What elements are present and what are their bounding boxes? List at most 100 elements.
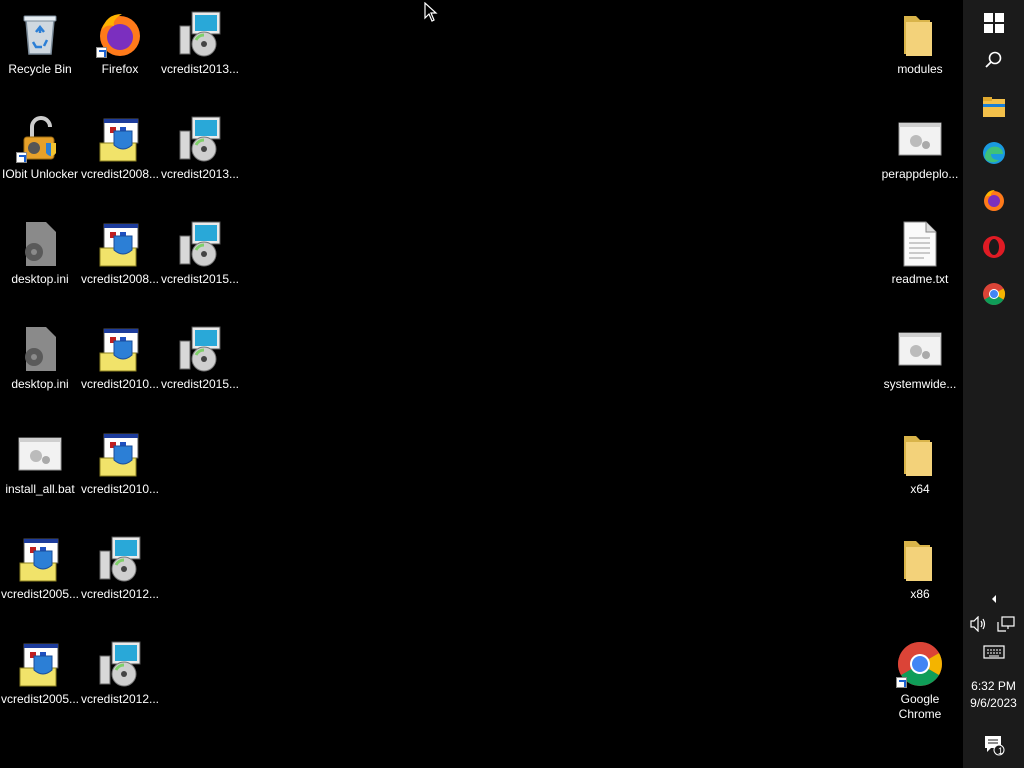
touch-keyboard-button[interactable] (963, 640, 1024, 664)
desktop-icon-perappdeploy[interactable]: perappdeplo... (880, 109, 960, 209)
notification-count-badge: 1 (998, 746, 1004, 756)
chrome-icon (896, 640, 944, 688)
unlocker-icon (16, 115, 64, 163)
icon-label: Firefox (101, 62, 139, 76)
folder-icon (896, 535, 944, 583)
search-button[interactable] (963, 37, 1024, 83)
desktop-icon-modules[interactable]: modules (880, 4, 960, 104)
shortcut-arrow-icon (96, 47, 107, 58)
settings-file-icon (16, 220, 64, 268)
icon-label: systemwide... (883, 377, 957, 391)
taskbar-edge[interactable] (963, 130, 1024, 176)
folder-icon (896, 10, 944, 58)
icon-label: vcredist2010... (80, 377, 160, 391)
icon-label: vcredist2015... (160, 377, 240, 391)
batch-file-icon (896, 115, 944, 163)
desktop-icon-x64[interactable]: x64 (880, 424, 960, 524)
desktop-icon-desktop-ini-2[interactable]: desktop.ini (0, 319, 80, 419)
batch-file-icon (896, 325, 944, 373)
desktop-icon-x86[interactable]: x86 (880, 529, 960, 629)
settings-file-icon (16, 325, 64, 373)
icon-label: IObit Unlocker (1, 167, 79, 181)
icon-label: vcredist2008... (80, 272, 160, 286)
installer-disc-icon (176, 115, 224, 163)
icon-label: Google Chrome (898, 692, 942, 721)
installer-disc-icon (96, 640, 144, 688)
icon-label: install_all.bat (5, 482, 75, 496)
volume-icon (970, 616, 986, 632)
installer-box-icon (96, 220, 144, 268)
desktop-icon-vcredist2015-a[interactable]: vcredist2015... (160, 214, 240, 314)
taskbar-chrome[interactable] (963, 271, 1024, 317)
desktop-icon-vcredist2013-b[interactable]: vcredist2013... (160, 109, 240, 209)
desktop-icon-vcredist2012-a[interactable]: vcredist2012... (80, 529, 160, 629)
keyboard-icon (982, 645, 1005, 659)
shortcut-arrow-icon (896, 677, 907, 688)
action-center-button[interactable]: 1 (963, 722, 1024, 768)
search-icon (984, 51, 1001, 68)
installer-box-icon (96, 115, 144, 163)
show-hidden-icons-button[interactable] (963, 586, 1024, 612)
icon-label: x64 (910, 482, 930, 496)
mouse-pointer-icon (424, 2, 438, 22)
clock-time[interactable]: 6:32 PM (963, 678, 1024, 695)
icon-label: desktop.ini (11, 377, 69, 391)
taskbar-file-explorer[interactable] (963, 84, 1024, 130)
volume-button[interactable] (963, 612, 993, 636)
desktop-icon-iobit-unlocker[interactable]: IObit Unlocker (0, 109, 80, 209)
desktop-icon-vcredist2005-a[interactable]: vcredist2005... (0, 529, 80, 629)
desktop-icon-vcredist2012-b[interactable]: vcredist2012... (80, 634, 160, 734)
desktop-icon-install-all[interactable]: install_all.bat (0, 424, 80, 524)
taskbar-opera[interactable] (963, 224, 1024, 270)
firefox-icon (983, 190, 1004, 211)
icon-label: vcredist2012... (80, 692, 160, 706)
desktop-icon-vcredist2015-b[interactable]: vcredist2015... (160, 319, 240, 419)
desktop-icon-desktop-ini[interactable]: desktop.ini (0, 214, 80, 314)
installer-disc-icon (176, 220, 224, 268)
icon-label: vcredist2013... (160, 167, 240, 181)
firefox-icon (96, 10, 144, 58)
opera-icon (982, 236, 1005, 258)
clock-date[interactable]: 9/6/2023 (963, 695, 1024, 712)
network-icon (997, 616, 1015, 632)
desktop-icon-vcredist2010-b[interactable]: vcredist2010... (80, 424, 160, 524)
desktop[interactable]: Recycle Bin IObit Unlocker desktop.ini d… (0, 0, 963, 768)
icon-label: desktop.ini (11, 272, 69, 286)
text-file-icon (896, 220, 944, 268)
icon-label: modules (897, 62, 943, 76)
installer-box-icon (96, 430, 144, 478)
icon-label: vcredist2013... (160, 62, 240, 76)
desktop-icon-google-chrome[interactable]: Google Chrome (880, 634, 960, 726)
batch-file-icon (16, 430, 64, 478)
icon-label: Recycle Bin (8, 62, 72, 76)
recycle-bin-icon (16, 10, 64, 58)
desktop-icon-vcredist2008-b[interactable]: vcredist2008... (80, 214, 160, 314)
icon-label: vcredist2005... (0, 587, 80, 601)
taskbar[interactable]: 6:32 PM 9/6/2023 1 (963, 0, 1024, 768)
chevron-left-icon (991, 595, 996, 603)
desktop-icon-vcredist2005-b[interactable]: vcredist2005... (0, 634, 80, 734)
folder-icon (896, 430, 944, 478)
desktop-icon-vcredist2013-a[interactable]: vcredist2013... (160, 4, 240, 104)
icon-label: perappdeplo... (881, 167, 959, 181)
installer-disc-icon (176, 325, 224, 373)
desktop-icon-systemwide[interactable]: systemwide... (880, 319, 960, 419)
network-button[interactable] (991, 612, 1021, 636)
icon-label: vcredist2005... (0, 692, 80, 706)
desktop-icon-recycle-bin[interactable]: Recycle Bin (0, 4, 80, 104)
icon-label: vcredist2012... (80, 587, 160, 601)
installer-disc-icon (176, 10, 224, 58)
desktop-icon-firefox[interactable]: Firefox (80, 4, 160, 104)
file-explorer-icon (982, 97, 1005, 117)
desktop-icon-readme[interactable]: readme.txt (880, 214, 960, 314)
icon-label: vcredist2008... (80, 167, 160, 181)
desktop-icon-vcredist2008-a[interactable]: vcredist2008... (80, 109, 160, 209)
icon-label: x86 (910, 587, 930, 601)
installer-box-icon (16, 535, 64, 583)
chrome-icon (982, 283, 1005, 305)
icon-label: vcredist2010... (80, 482, 160, 496)
installer-disc-icon (96, 535, 144, 583)
desktop-icon-vcredist2010-a[interactable]: vcredist2010... (80, 319, 160, 419)
taskbar-firefox[interactable] (963, 177, 1024, 223)
icon-label: vcredist2015... (160, 272, 240, 286)
